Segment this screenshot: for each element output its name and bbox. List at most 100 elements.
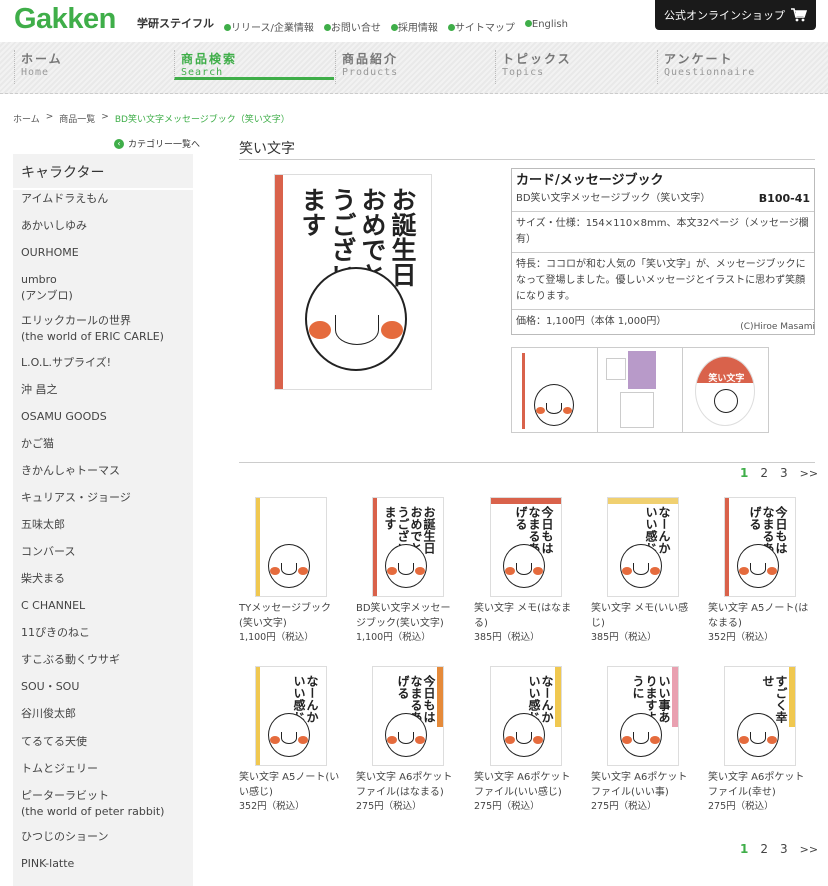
sidebar-item[interactable]: 五味太郎: [13, 517, 73, 533]
product-card[interactable]: 今日もはなまるあげる 笑い文字 メモ(はなまる) 385円（税込）: [474, 497, 578, 645]
top-link-label: リリース/企業情報: [231, 23, 314, 34]
product-name[interactable]: 笑い文字 A5ノート(はなまる): [708, 601, 812, 631]
product-card[interactable]: お誕生日おめでとうございます BD笑い文字メッセージブック(笑い文字) 1,100円…: [356, 497, 460, 645]
page-1[interactable]: 1: [740, 842, 748, 856]
sidebar-item[interactable]: OURHOME: [13, 245, 87, 261]
gakken-logo[interactable]: Gakken: [14, 3, 116, 36]
sidebar-item[interactable]: ひつじのショーン: [13, 829, 116, 845]
nav-sublabel: Topics: [502, 67, 545, 78]
product-card[interactable]: TYメッセージブック(笑い文字) 1,100円（税込）: [239, 497, 343, 645]
product-name[interactable]: 笑い文字 A6ポケットファイル(幸せ): [708, 770, 812, 800]
product-thumbnail[interactable]: 今日もはなまるあげる: [724, 497, 796, 597]
sidebar-item[interactable]: アイムドラえもん: [13, 191, 116, 207]
page-2[interactable]: 2: [760, 466, 768, 480]
product-thumbnail[interactable]: なーんかいい感じ: [490, 666, 562, 766]
product-thumbnail[interactable]: なーんかいい感じ: [255, 666, 327, 766]
sidebar-item[interactable]: すこぶる動くウサギ: [13, 652, 128, 668]
page-title: 笑い文字: [239, 141, 295, 157]
product-card[interactable]: なーんかいい感じ 笑い文字 A5ノート(いい感じ) 352円（税込）: [239, 666, 343, 814]
pagination-bottom: 1 2 3 >>: [740, 842, 818, 856]
sidebar-item[interactable]: SOU・SOU: [13, 679, 87, 695]
product-price: 352円（税込）: [708, 632, 774, 643]
cart-icon: [791, 8, 807, 22]
sidebar-item[interactable]: ピーターラビット (the world of peter rabbit): [13, 788, 172, 820]
product-card[interactable]: なーんかいい感じ 笑い文字 A6ポケットファイル(いい感じ) 275円（税込）: [474, 666, 578, 814]
sidebar-item[interactable]: きかんしゃトーマス: [13, 463, 128, 479]
product-thumbnail[interactable]: なーんかいい感じ: [607, 497, 679, 597]
logo-subtitle: 学研ステイフル: [137, 17, 214, 30]
thumbnail-3[interactable]: 笑い文字: [683, 348, 769, 432]
online-shop-button[interactable]: 公式オンラインショップ: [655, 0, 816, 30]
product-card[interactable]: 今日もはなまるあげる 笑い文字 A6ポケットファイル(はなまる) 275円（税込）: [356, 666, 460, 814]
product-card[interactable]: すごく幸せ 笑い文字 A6ポケットファイル(幸せ) 275円（税込）: [708, 666, 812, 814]
sidebar-item[interactable]: エリックカールの世界 (the world of ERIC CARLE): [13, 313, 172, 345]
page-3[interactable]: 3: [780, 466, 788, 480]
product-name[interactable]: 笑い文字 A5ノート(いい感じ): [239, 770, 343, 800]
nav-search[interactable]: 商品検索 Search: [174, 50, 334, 80]
nav-home[interactable]: ホーム Home: [14, 50, 174, 84]
next-page-link[interactable]: >>: [800, 843, 818, 856]
sidebar-item[interactable]: あかいしゆみ: [13, 218, 95, 234]
breadcrumb-home[interactable]: ホーム: [13, 112, 40, 125]
product-name[interactable]: TYメッセージブック(笑い文字): [239, 601, 343, 631]
thumbnail-2[interactable]: [597, 348, 684, 432]
page-2[interactable]: 2: [760, 842, 768, 856]
product-price: 1,100円（税込）: [356, 632, 431, 643]
product-thumbnail[interactable]: すごく幸せ: [724, 666, 796, 766]
product-size: サイズ・仕様：154×110×8mm、本文32ページ（メッセージ欄有）: [512, 211, 814, 252]
site-header: Gakken 学研ステイフル リリース/企業情報 お問い合せ 採用情報 サイトマ…: [0, 0, 828, 42]
product-name[interactable]: 笑い文字 A6ポケットファイル(はなまる): [356, 770, 460, 800]
top-link-release[interactable]: リリース/企業情報: [224, 19, 314, 34]
product-thumbnail[interactable]: 今日もはなまるあげる: [372, 666, 444, 766]
page-1[interactable]: 1: [740, 466, 748, 480]
sidebar-item[interactable]: C CHANNEL: [13, 598, 93, 614]
nav-label: アンケート: [664, 52, 734, 66]
top-link-label: お問い合せ: [330, 23, 381, 34]
sidebar-item[interactable]: PINK-latte: [13, 856, 82, 872]
thumbnail-1[interactable]: [512, 348, 598, 432]
product-thumbnail[interactable]: お誕生日おめでとうございます: [372, 497, 444, 597]
top-link-contact[interactable]: お問い合せ: [323, 19, 381, 34]
product-name[interactable]: 笑い文字 A6ポケットファイル(いい事): [591, 770, 695, 800]
sidebar-item[interactable]: トムとジェリー: [13, 761, 106, 777]
product-card[interactable]: 今日もはなまるあげる笑い文字 A5ノート(はなまる) 352円（税込）: [708, 497, 812, 645]
product-price: 385円（税込）: [591, 632, 657, 643]
product-name[interactable]: 笑い文字 メモ(いい感じ): [591, 601, 695, 631]
page-3[interactable]: 3: [780, 842, 788, 856]
sidebar-item[interactable]: umbro (アンブロ): [13, 272, 81, 304]
smile-face-illustration: [620, 544, 662, 588]
sidebar-item[interactable]: 11ぴきのねこ: [13, 625, 98, 641]
sidebar-item[interactable]: L.O.L.サプライズ!: [13, 355, 119, 371]
sidebar-item[interactable]: てるてる天使: [13, 734, 95, 750]
breadcrumb-products[interactable]: 商品一覧: [59, 112, 95, 125]
nav-questionnaire[interactable]: アンケート Questionnaire: [657, 50, 817, 84]
product-card[interactable]: いい事ありますように笑い文字 A6ポケットファイル(いい事) 275円（税込）: [591, 666, 695, 814]
nav-sublabel: Home: [21, 67, 50, 78]
top-link-english[interactable]: English: [524, 19, 568, 34]
top-link-sitemap[interactable]: サイトマップ: [447, 19, 515, 34]
next-page-link[interactable]: >>: [800, 467, 818, 480]
category-link-label: カテゴリー一覧へ: [128, 140, 201, 150]
nav-topics[interactable]: トピックス Topics: [495, 50, 655, 84]
product-price: 275円（税込）: [591, 801, 657, 812]
chevron-right-icon: >: [101, 112, 109, 122]
sidebar-item[interactable]: 谷川俊太郎: [13, 706, 84, 722]
product-thumbnail[interactable]: いい事ありますように: [607, 666, 679, 766]
product-name[interactable]: BD笑い文字メッセージブック(笑い文字): [356, 601, 460, 631]
sidebar-item[interactable]: キュリアス・ジョージ: [13, 490, 139, 506]
nav-products[interactable]: 商品紹介 Products: [335, 50, 495, 84]
product-thumbnail[interactable]: [255, 497, 327, 597]
sidebar-item[interactable]: コンバース: [13, 544, 83, 560]
sidebar-item[interactable]: 沖 昌之: [13, 382, 66, 398]
nav-label: 商品紹介: [342, 52, 399, 66]
sidebar-item[interactable]: かご猫: [13, 436, 62, 452]
product-name[interactable]: 笑い文字 メモ(はなまる): [474, 601, 578, 631]
sidebar: キャラクター アイムドラえもん あかいしゆみ OURHOME umbro (アンブロ)…: [13, 154, 193, 886]
sidebar-item[interactable]: OSAMU GOODS: [13, 409, 115, 425]
product-thumbnail[interactable]: 今日もはなまるあげる: [490, 497, 562, 597]
product-name[interactable]: 笑い文字 A6ポケットファイル(いい感じ): [474, 770, 578, 800]
product-card[interactable]: なーんかいい感じ笑い文字 メモ(いい感じ) 385円（税込）: [591, 497, 695, 645]
category-list-link[interactable]: ‹ カテゴリー一覧へ: [114, 137, 200, 150]
top-link-recruit[interactable]: 採用情報: [390, 19, 438, 34]
sidebar-item[interactable]: 柴犬まる: [13, 571, 73, 587]
